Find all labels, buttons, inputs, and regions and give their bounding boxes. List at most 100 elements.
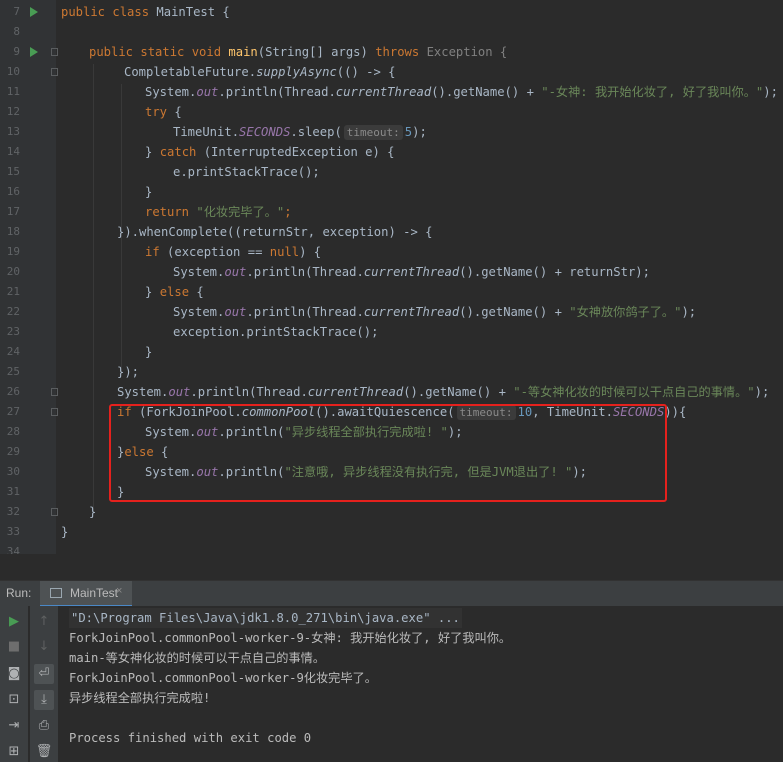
code-token: } bbox=[145, 345, 153, 359]
code-token: { bbox=[174, 105, 182, 119]
tab-label: MainTest bbox=[70, 586, 119, 600]
line-number: 11 bbox=[6, 85, 20, 98]
code-token: .println(Thread. bbox=[218, 85, 336, 99]
line-number: 13 bbox=[6, 125, 20, 138]
code-token: "-等女神化妆的时候可以干点自己的事情。" bbox=[513, 385, 755, 399]
code-token: } bbox=[89, 505, 97, 519]
stop-icon[interactable]: ■ bbox=[4, 637, 24, 657]
code-token: throws bbox=[375, 45, 427, 59]
line-number: 28 bbox=[6, 425, 20, 438]
run-class-icon[interactable] bbox=[30, 7, 38, 17]
code-token: "-女神: 我开始化妆了, 好了我叫你。" bbox=[541, 85, 764, 99]
code-token: System. bbox=[173, 305, 225, 319]
code-token: .println(Thread. bbox=[246, 265, 364, 279]
line-number: 7 bbox=[13, 5, 20, 18]
down-arrow-icon[interactable]: ↓ bbox=[34, 637, 54, 657]
code-token: .println(Thread. bbox=[190, 385, 308, 399]
code-token: { bbox=[196, 285, 204, 299]
editor-gutter: 7 8 9 10 11 12 13 14 15 16 17 18 19 20 2… bbox=[0, 0, 58, 554]
restore-layout-icon[interactable]: ⊡ bbox=[4, 690, 24, 710]
fold-icon[interactable] bbox=[51, 388, 58, 396]
code-line: public class MainTest { bbox=[61, 2, 230, 22]
code-line: } bbox=[145, 342, 152, 362]
code-token: System. bbox=[117, 385, 169, 399]
line-number: 24 bbox=[6, 345, 20, 358]
fold-icon[interactable] bbox=[51, 68, 58, 76]
code-token: .println(Thread. bbox=[246, 305, 364, 319]
code-line: } catch (InterruptedException e) { bbox=[145, 142, 395, 162]
editor-bottom-gap bbox=[0, 554, 783, 580]
code-line: TimeUnit.SECONDS.sleep(timeout: 5); bbox=[173, 122, 427, 142]
code-line: }); bbox=[117, 362, 139, 382]
line-number: 31 bbox=[6, 485, 20, 498]
line-number: 19 bbox=[6, 245, 20, 258]
fold-icon[interactable] bbox=[51, 48, 58, 56]
code-token: if bbox=[145, 245, 168, 259]
code-editor[interactable]: 7 8 9 10 11 12 13 14 15 16 17 18 19 20 2… bbox=[0, 0, 783, 554]
console-command: "D:\Program Files\Java\jdk1.8.0_271\bin\… bbox=[69, 608, 462, 628]
run-main-icon[interactable] bbox=[30, 47, 38, 57]
code-line: CompletableFuture.supplyAsync(() -> { bbox=[124, 62, 396, 82]
code-token: null bbox=[269, 245, 300, 259]
run-tool-window-header: Run: MainTest × bbox=[0, 580, 783, 607]
code-token: (exception == bbox=[167, 245, 270, 259]
line-number: 14 bbox=[6, 145, 20, 158]
trash-icon[interactable]: 🗑 bbox=[34, 742, 54, 762]
code-token: System. bbox=[145, 85, 197, 99]
code-token: System. bbox=[173, 265, 225, 279]
code-token: e.printStackTrace(); bbox=[173, 165, 320, 179]
code-line: }).whenComplete((returnStr, exception) -… bbox=[117, 222, 433, 242]
line-number: 16 bbox=[6, 185, 20, 198]
console-line: ForkJoinPool.commonPool-worker-9-女神: 我开始… bbox=[69, 631, 512, 645]
code-token: public static void bbox=[89, 45, 229, 59]
code-token: (InterruptedException e) { bbox=[203, 145, 395, 159]
code-line: return "化妆完毕了。"; bbox=[145, 202, 292, 222]
code-token: }).whenComplete((returnStr, exception) -… bbox=[117, 225, 433, 239]
code-token: ); bbox=[412, 125, 427, 139]
line-number: 8 bbox=[13, 25, 20, 38]
code-token: out bbox=[224, 265, 247, 279]
code-token: .sleep( bbox=[290, 125, 342, 139]
up-arrow-icon[interactable]: ↑ bbox=[34, 612, 54, 632]
soft-wrap-icon[interactable]: ⏎ bbox=[34, 664, 54, 684]
scroll-to-end-icon[interactable]: ⤓ bbox=[34, 690, 54, 710]
code-token: ) { bbox=[299, 245, 322, 259]
code-line: try { bbox=[145, 102, 182, 122]
line-number: 23 bbox=[6, 325, 20, 338]
code-line: e.printStackTrace(); bbox=[173, 162, 320, 182]
pin-icon[interactable]: ⊞ bbox=[4, 742, 24, 762]
camera-icon[interactable]: ◙ bbox=[4, 664, 24, 684]
code-token: Exception { bbox=[426, 45, 508, 59]
line-number: 34 bbox=[6, 545, 20, 554]
fold-icon[interactable] bbox=[51, 508, 58, 516]
code-token: (String[] args) bbox=[257, 45, 376, 59]
code-token: )){ bbox=[664, 405, 687, 419]
code-token: currentThread bbox=[363, 305, 460, 319]
code-token: } bbox=[61, 525, 69, 539]
line-number: 33 bbox=[6, 525, 20, 538]
code-token: supplyAsync bbox=[256, 65, 337, 79]
run-toolbar-left: ▶ ■ ◙ ⊡ ⇥ ⊞ bbox=[0, 606, 28, 762]
tab-maintest[interactable]: MainTest × bbox=[40, 581, 132, 607]
console-output[interactable]: "D:\Program Files\Java\jdk1.8.0_271\bin\… bbox=[58, 606, 783, 762]
code-token: ); bbox=[681, 305, 697, 319]
line-number: 29 bbox=[6, 445, 20, 458]
code-token: } bbox=[145, 285, 160, 299]
line-number: 10 bbox=[6, 65, 20, 78]
code-token: TimeUnit. bbox=[173, 125, 240, 139]
fold-icon[interactable] bbox=[51, 408, 58, 416]
code-token: ; bbox=[284, 205, 292, 219]
line-number: 26 bbox=[6, 385, 20, 398]
print-icon[interactable]: ⎙ bbox=[34, 716, 54, 736]
exit-icon[interactable]: ⇥ bbox=[4, 716, 24, 736]
code-line: } else { bbox=[145, 282, 204, 302]
code-token: "女神放你鸽子了。" bbox=[569, 305, 682, 319]
code-token: ().getName() + returnStr); bbox=[459, 265, 650, 279]
code-token: MainTest { bbox=[156, 5, 230, 19]
code-line: System.out.println(Thread.currentThread(… bbox=[145, 82, 778, 102]
close-tab-icon[interactable]: × bbox=[116, 585, 122, 597]
code-token: return bbox=[145, 205, 197, 219]
rerun-icon[interactable]: ▶ bbox=[4, 612, 24, 632]
code-token: }); bbox=[117, 365, 140, 379]
line-number: 32 bbox=[6, 505, 20, 518]
